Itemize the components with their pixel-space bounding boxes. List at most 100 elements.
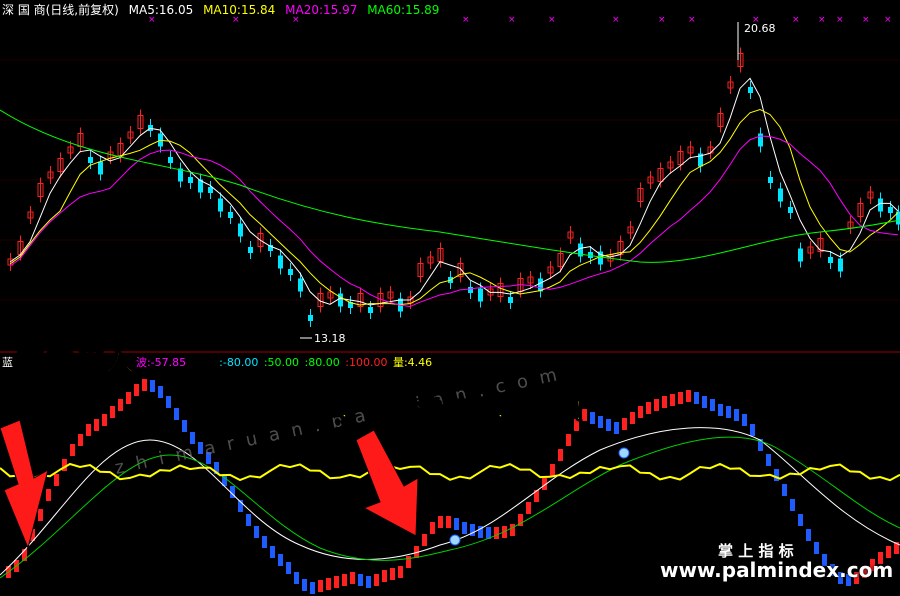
- indicator-bar: [886, 546, 891, 558]
- wave-value: 波:-57.85: [136, 356, 187, 369]
- indicator-bar: [70, 444, 75, 456]
- candle-body: [758, 133, 763, 147]
- marker-x: ×: [508, 15, 516, 25]
- high-price-label: 20.68: [744, 22, 776, 35]
- indicator-bar: [598, 416, 603, 428]
- indicator-bar: [446, 516, 451, 528]
- brand-url: www.palmindex.com: [660, 558, 894, 582]
- stock-chart[interactable]: × × × × × × × × × × × × × × × 20.6813.18: [0, 0, 900, 596]
- indicator-bar: [614, 422, 619, 434]
- indicator-name: 蓝: [2, 356, 13, 369]
- overlay-title: 双线买入: [13, 343, 135, 380]
- candle-body: [768, 177, 773, 183]
- candle-body: [788, 207, 793, 213]
- indicator-bar: [766, 454, 771, 466]
- buy-signal-dot: [449, 534, 461, 546]
- indicator-bar: [126, 392, 131, 404]
- indicator-bar: [94, 419, 99, 431]
- marker-x: ×: [836, 15, 844, 25]
- indicator-bar: [798, 514, 803, 526]
- marker-x: ×: [658, 15, 666, 25]
- indicator-bar: [622, 418, 627, 430]
- indicator-bar: [398, 566, 403, 578]
- stock-title: 深 国 商(日线,前复权): [2, 3, 119, 17]
- level-50: :50.00: [263, 356, 300, 369]
- indicator-bar: [806, 529, 811, 541]
- marker-x: ×: [884, 15, 892, 25]
- indicator-bar: [566, 434, 571, 446]
- candle-body: [478, 288, 483, 302]
- marker-x: ×: [612, 15, 620, 25]
- ma20-label: MA20:15.97: [285, 3, 358, 17]
- indicator-bar: [110, 406, 115, 418]
- indicator-bar: [102, 414, 107, 426]
- indicator-bar: [606, 419, 611, 431]
- indicator-bar: [494, 527, 499, 539]
- indicator-bar: [782, 484, 787, 496]
- indicator-bar: [678, 392, 683, 404]
- indicator-bar: [54, 474, 59, 486]
- indicator-bar: [742, 414, 747, 426]
- indicator-bar: [302, 579, 307, 591]
- candle-body: [238, 223, 243, 237]
- indicator-bar: [694, 392, 699, 404]
- indicator-bar: [438, 516, 443, 528]
- buy-signal-dot: [618, 447, 630, 459]
- candle-body: [888, 207, 893, 213]
- indicator-bar: [366, 576, 371, 588]
- indicator-bar: [702, 396, 707, 408]
- indicator-bar: [686, 390, 691, 402]
- candle-body: [468, 287, 473, 293]
- candle-body: [798, 248, 803, 262]
- indicator-bar: [134, 384, 139, 396]
- indicator-bar: [662, 396, 667, 408]
- marker-x: ×: [792, 15, 800, 25]
- indicator-bar: [790, 499, 795, 511]
- indicator-bar: [654, 399, 659, 411]
- indicator-bar: [158, 386, 163, 398]
- indicator-bar: [174, 408, 179, 420]
- indicator-bar: [78, 434, 83, 446]
- indicator-bar: [734, 409, 739, 421]
- indicator-bar: [454, 518, 459, 530]
- indicator-bar: [726, 406, 731, 418]
- indicator-bar: [430, 522, 435, 534]
- marker-x: ×: [548, 15, 556, 25]
- chart-header: 深 国 商(日线,前复权) MA5:16.05 MA10:15.84 MA20:…: [2, 1, 445, 18]
- indicator-bar: [334, 576, 339, 588]
- indicator-bar: [150, 380, 155, 392]
- candle-body: [278, 255, 283, 269]
- low-price-label: 13.18: [314, 332, 346, 345]
- level-neg80: :-80.00: [219, 356, 259, 369]
- indicator-bar: [422, 534, 427, 546]
- indicator-bar: [350, 572, 355, 584]
- indicator-bar: [254, 526, 259, 538]
- candle-body: [828, 257, 833, 263]
- candle-body: [508, 297, 513, 303]
- indicator-bar: [710, 399, 715, 411]
- indicator-bar: [550, 464, 555, 476]
- indicator-bar: [462, 522, 467, 534]
- overlay-caption: 趋势线上穿，傻瓜式买入，安全！: [207, 396, 599, 428]
- marker-x: ×: [462, 15, 470, 25]
- candle-body: [168, 157, 173, 163]
- candle-body: [228, 212, 233, 218]
- candle-body: [288, 269, 293, 275]
- volume-value: 量:4.46: [392, 356, 433, 369]
- candle-body: [338, 293, 343, 307]
- indicator-bar: [270, 546, 275, 558]
- marker-x: ×: [688, 15, 696, 25]
- indicator-bar: [182, 420, 187, 432]
- level-80: :80.00: [304, 356, 340, 369]
- candle-body: [368, 307, 373, 313]
- indicator-bar: [670, 394, 675, 406]
- candle-body: [88, 157, 93, 163]
- indicator-bar: [46, 489, 51, 501]
- candle-body: [188, 177, 193, 183]
- indicator-bar: [774, 469, 779, 481]
- indicator-bar: [38, 509, 43, 521]
- candle-body: [308, 315, 313, 321]
- candle-body: [878, 198, 883, 212]
- indicator-bar: [510, 524, 515, 536]
- candle-body: [98, 161, 103, 175]
